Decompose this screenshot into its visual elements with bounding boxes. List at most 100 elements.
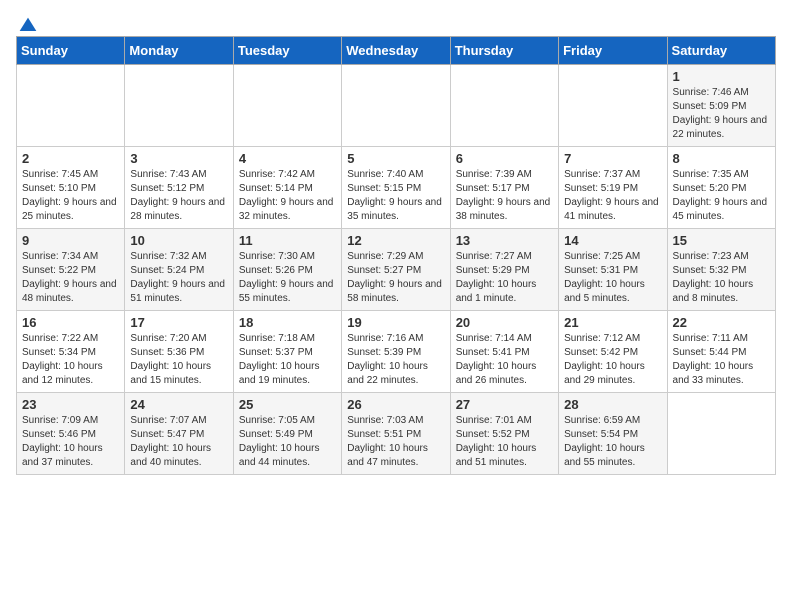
day-number: 26 [347, 397, 444, 412]
calendar-cell [450, 65, 558, 147]
calendar-cell: 27 Sunrise: 7:01 AM Sunset: 5:52 PM Dayli… [450, 393, 558, 475]
weekday-header-friday: Friday [559, 37, 667, 65]
calendar-table: SundayMondayTuesdayWednesdayThursdayFrid… [16, 36, 776, 475]
calendar-cell [559, 65, 667, 147]
day-number: 22 [673, 315, 770, 330]
day-number: 2 [22, 151, 119, 166]
day-number: 15 [673, 233, 770, 248]
day-info: Sunrise: 7:20 AM Sunset: 5:36 PM Dayligh… [130, 332, 227, 388]
calendar-cell: 3Sunrise: 7:43 AM Sunset: 5:12 PM Daylig… [125, 147, 233, 229]
calendar-week-row: 2 Sunrise: 7:45 AM Sunset: 5:10 PM Daylig… [17, 147, 776, 229]
calendar-cell: 15 Sunrise: 7:23 AM Sunset: 5:32 PM Dayli… [667, 229, 775, 311]
calendar-cell [342, 65, 450, 147]
day-info: Sunrise: 7:45 AM Sunset: 5:10 PM Dayligh… [22, 168, 119, 224]
day-info: Sunrise: 7:11 AM Sunset: 5:44 PM Dayligh… [673, 332, 770, 388]
calendar-cell: 13 Sunrise: 7:27 AM Sunset: 5:29 PM Dayli… [450, 229, 558, 311]
day-number: 21 [564, 315, 661, 330]
calendar-cell: 19Sunrise: 7:16 AM Sunset: 5:39 PM Dayli… [342, 311, 450, 393]
day-number: 7 [564, 151, 661, 166]
logo-icon [18, 16, 38, 36]
weekday-header-wednesday: Wednesday [342, 37, 450, 65]
calendar-cell: 8 Sunrise: 7:35 AM Sunset: 5:20 PM Daylig… [667, 147, 775, 229]
day-number: 19 [347, 315, 444, 330]
page-header [16, 16, 776, 32]
calendar-cell [125, 65, 233, 147]
weekday-header-monday: Monday [125, 37, 233, 65]
day-number: 5 [347, 151, 444, 166]
day-info: Sunrise: 7:30 AM Sunset: 5:26 PM Dayligh… [239, 250, 336, 306]
day-info: Sunrise: 7:01 AM Sunset: 5:52 PM Dayligh… [456, 414, 553, 470]
calendar-cell: 4 Sunrise: 7:42 AM Sunset: 5:14 PM Daylig… [233, 147, 341, 229]
weekday-header-sunday: Sunday [17, 37, 125, 65]
day-info: Sunrise: 7:40 AM Sunset: 5:15 PM Dayligh… [347, 168, 444, 224]
day-number: 3 [130, 151, 227, 166]
calendar-week-row: 23 Sunrise: 7:09 AM Sunset: 5:46 PM Dayli… [17, 393, 776, 475]
calendar-cell: 21 Sunrise: 7:12 AM Sunset: 5:42 PM Dayli… [559, 311, 667, 393]
day-info: Sunrise: 7:35 AM Sunset: 5:20 PM Dayligh… [673, 168, 770, 224]
calendar-week-row: 16 Sunrise: 7:22 AM Sunset: 5:34 PM Dayli… [17, 311, 776, 393]
calendar-week-row: 9 Sunrise: 7:34 AM Sunset: 5:22 PM Daylig… [17, 229, 776, 311]
calendar-cell: 11 Sunrise: 7:30 AM Sunset: 5:26 PM Dayli… [233, 229, 341, 311]
day-number: 11 [239, 233, 336, 248]
day-number: 13 [456, 233, 553, 248]
weekday-header-saturday: Saturday [667, 37, 775, 65]
day-info: Sunrise: 7:22 AM Sunset: 5:34 PM Dayligh… [22, 332, 119, 388]
calendar-cell: 20 Sunrise: 7:14 AM Sunset: 5:41 PM Dayli… [450, 311, 558, 393]
calendar-cell: 18 Sunrise: 7:18 AM Sunset: 5:37 PM Dayli… [233, 311, 341, 393]
calendar-cell [17, 65, 125, 147]
day-info: Sunrise: 7:05 AM Sunset: 5:49 PM Dayligh… [239, 414, 336, 470]
day-number: 12 [347, 233, 444, 248]
day-number: 17 [130, 315, 227, 330]
weekday-header-thursday: Thursday [450, 37, 558, 65]
day-info: Sunrise: 7:07 AM Sunset: 5:47 PM Dayligh… [130, 414, 227, 470]
day-info: Sunrise: 7:34 AM Sunset: 5:22 PM Dayligh… [22, 250, 119, 306]
logo [16, 16, 38, 32]
day-info: Sunrise: 7:29 AM Sunset: 5:27 PM Dayligh… [347, 250, 444, 306]
day-number: 4 [239, 151, 336, 166]
weekday-header-tuesday: Tuesday [233, 37, 341, 65]
day-info: Sunrise: 7:27 AM Sunset: 5:29 PM Dayligh… [456, 250, 553, 306]
day-number: 23 [22, 397, 119, 412]
day-number: 16 [22, 315, 119, 330]
day-info: Sunrise: 7:18 AM Sunset: 5:37 PM Dayligh… [239, 332, 336, 388]
calendar-header-row: SundayMondayTuesdayWednesdayThursdayFrid… [17, 37, 776, 65]
day-number: 28 [564, 397, 661, 412]
day-info: Sunrise: 7:14 AM Sunset: 5:41 PM Dayligh… [456, 332, 553, 388]
calendar-cell: 26 Sunrise: 7:03 AM Sunset: 5:51 PM Dayli… [342, 393, 450, 475]
day-number: 18 [239, 315, 336, 330]
day-number: 9 [22, 233, 119, 248]
day-info: Sunrise: 7:37 AM Sunset: 5:19 PM Dayligh… [564, 168, 661, 224]
calendar-cell [667, 393, 775, 475]
calendar-cell: 12 Sunrise: 7:29 AM Sunset: 5:27 PM Dayli… [342, 229, 450, 311]
calendar-cell: 22 Sunrise: 7:11 AM Sunset: 5:44 PM Dayli… [667, 311, 775, 393]
day-number: 6 [456, 151, 553, 166]
day-info: Sunrise: 7:23 AM Sunset: 5:32 PM Dayligh… [673, 250, 770, 306]
day-number: 14 [564, 233, 661, 248]
calendar-cell: 6 Sunrise: 7:39 AM Sunset: 5:17 PM Daylig… [450, 147, 558, 229]
day-info: Sunrise: 7:03 AM Sunset: 5:51 PM Dayligh… [347, 414, 444, 470]
day-info: Sunrise: 7:39 AM Sunset: 5:17 PM Dayligh… [456, 168, 553, 224]
day-number: 25 [239, 397, 336, 412]
calendar-cell: 2 Sunrise: 7:45 AM Sunset: 5:10 PM Daylig… [17, 147, 125, 229]
calendar-week-row: 1 Sunrise: 7:46 AM Sunset: 5:09 PM Daylig… [17, 65, 776, 147]
calendar-cell [233, 65, 341, 147]
calendar-cell: 10Sunrise: 7:32 AM Sunset: 5:24 PM Dayli… [125, 229, 233, 311]
calendar-cell: 7 Sunrise: 7:37 AM Sunset: 5:19 PM Daylig… [559, 147, 667, 229]
day-info: Sunrise: 7:46 AM Sunset: 5:09 PM Dayligh… [673, 86, 770, 142]
day-number: 8 [673, 151, 770, 166]
day-info: Sunrise: 7:42 AM Sunset: 5:14 PM Dayligh… [239, 168, 336, 224]
calendar-cell: 24 Sunrise: 7:07 AM Sunset: 5:47 PM Dayli… [125, 393, 233, 475]
day-number: 24 [130, 397, 227, 412]
day-number: 20 [456, 315, 553, 330]
day-number: 1 [673, 69, 770, 84]
calendar-cell: 1 Sunrise: 7:46 AM Sunset: 5:09 PM Daylig… [667, 65, 775, 147]
day-info: Sunrise: 7:12 AM Sunset: 5:42 PM Dayligh… [564, 332, 661, 388]
calendar-body: 1 Sunrise: 7:46 AM Sunset: 5:09 PM Daylig… [17, 65, 776, 475]
day-number: 27 [456, 397, 553, 412]
calendar-cell: 25 Sunrise: 7:05 AM Sunset: 5:49 PM Dayli… [233, 393, 341, 475]
calendar-cell: 23 Sunrise: 7:09 AM Sunset: 5:46 PM Dayli… [17, 393, 125, 475]
day-info: Sunrise: 7:09 AM Sunset: 5:46 PM Dayligh… [22, 414, 119, 470]
day-number: 10 [130, 233, 227, 248]
calendar-cell: 5 Sunrise: 7:40 AM Sunset: 5:15 PM Daylig… [342, 147, 450, 229]
calendar-cell: 28Sunrise: 6:59 AM Sunset: 5:54 PM Dayli… [559, 393, 667, 475]
